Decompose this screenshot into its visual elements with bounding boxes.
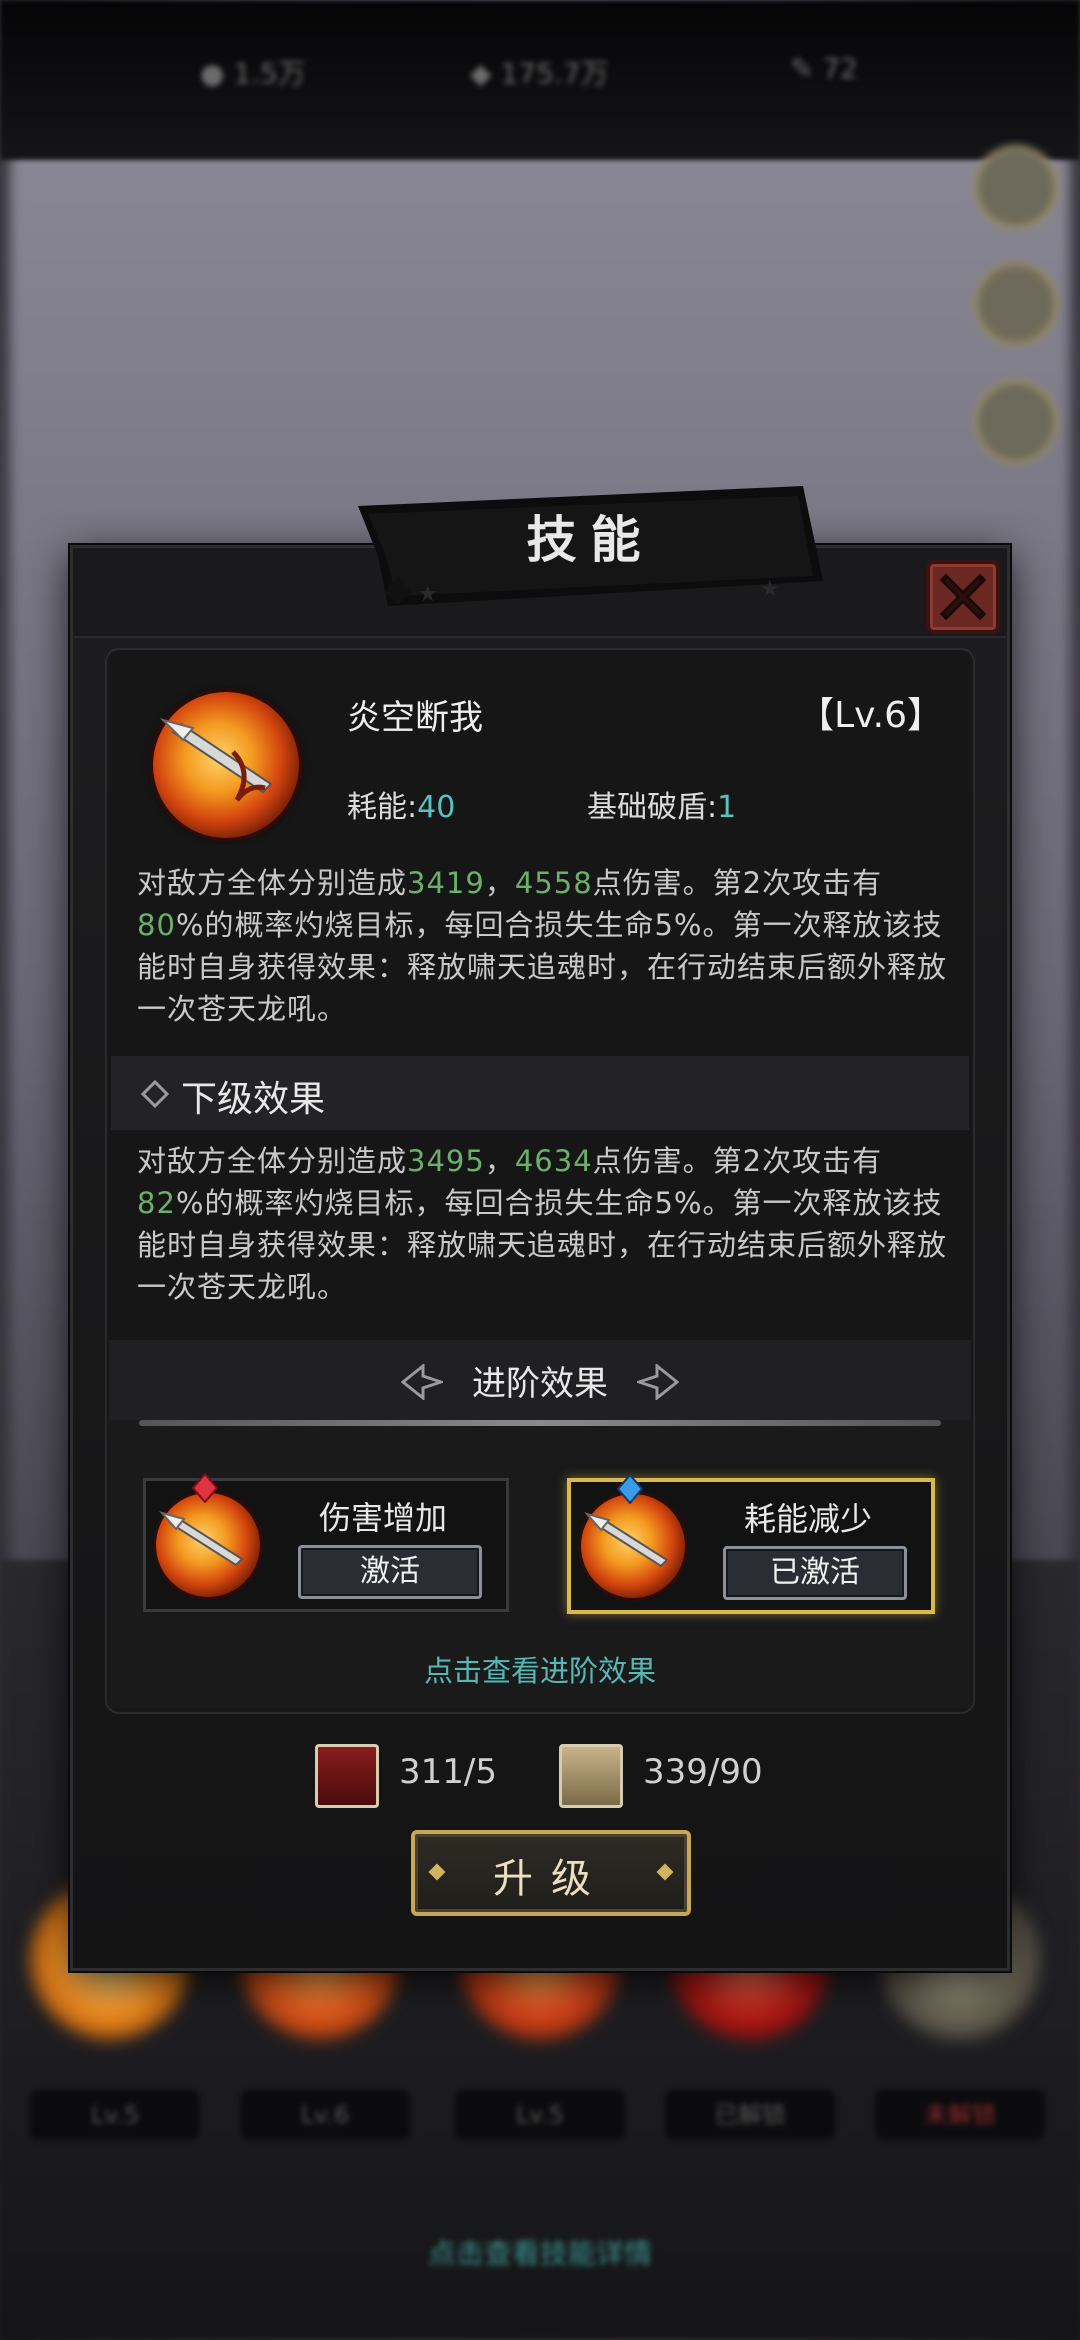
upgrade-label: 升级 xyxy=(493,1856,609,1902)
next-level-description: 对敌方全体分别造成3495，4634点伤害。第2次攻击有 82%的概率灼烧目标，每… xyxy=(137,1140,947,1308)
energy-cost-value: 40 xyxy=(417,790,456,825)
close-x-icon xyxy=(939,573,987,621)
shield-break-label: 基础破盾: xyxy=(587,790,718,825)
background-side-button xyxy=(974,380,1058,464)
svg-text:★: ★ xyxy=(418,582,438,606)
advanced-divider xyxy=(139,1420,941,1426)
skill-name: 炎空断我 xyxy=(347,698,483,738)
chance-value: 80 xyxy=(137,908,176,942)
upgrade-button[interactable]: 升级 xyxy=(411,1830,691,1916)
activate-button[interactable]: 激活 xyxy=(298,1545,482,1599)
scroll-icon xyxy=(559,1744,623,1808)
red-gem-icon xyxy=(192,1473,218,1503)
advanced-item-energy-reduction[interactable]: 耗能减少 已激活 xyxy=(567,1474,935,1614)
dialog-title: 技能 xyxy=(526,511,655,569)
energy-cost-label: 耗能: xyxy=(347,790,418,825)
damage-value: 4558 xyxy=(514,866,593,900)
desc-text: 点伤害。第2次攻击有 xyxy=(592,1144,883,1178)
skill-dialog: ★ ★ 技能 炎空断我 【Lv.6】 耗能:40 基础破盾:1 对敌方全体分别造… xyxy=(70,486,1010,1971)
desc-text: 对敌方全体分别造成 xyxy=(137,866,408,900)
skill-info-card: 炎空断我 【Lv.6】 耗能:40 基础破盾:1 对敌方全体分别造成3419，4… xyxy=(105,648,975,1714)
background-gold-stat: ● 1.5万 xyxy=(200,57,306,90)
flaming-spear-icon xyxy=(581,1494,685,1598)
view-advanced-effects-link[interactable]: 点击查看进阶效果 xyxy=(109,1648,971,1690)
shield-break: 基础破盾:1 xyxy=(587,782,736,826)
red-book-icon xyxy=(315,1744,379,1808)
advanced-effects-panel: 进阶效果 伤害增加 激活 耗能减少 已激活 点击查看进阶效果 xyxy=(109,1340,971,1708)
title-banner: ★ ★ 技能 xyxy=(358,486,823,606)
background-level-pill: Lv.5 xyxy=(30,2090,200,2140)
current-effect-description: 对敌方全体分别造成3419，4558点伤害。第2次攻击有 80%的概率灼烧目标，每… xyxy=(137,862,947,1030)
background-level-pill: 未解锁 xyxy=(875,2090,1045,2140)
next-level-header: 下级效果 xyxy=(111,1056,969,1130)
desc-text: ， xyxy=(484,1144,515,1178)
material-count: 311/5 xyxy=(399,1752,497,1792)
close-button[interactable] xyxy=(926,560,1000,634)
damage-value: 3419 xyxy=(407,866,485,900)
background-level-pill: Lv.6 xyxy=(240,2090,410,2140)
background-side-button xyxy=(974,262,1058,346)
background-level-pill: Lv.5 xyxy=(455,2090,625,2140)
advanced-title: 进阶效果 xyxy=(472,1364,608,1404)
next-level-title: 下级效果 xyxy=(181,1079,326,1120)
material-count: 339/90 xyxy=(643,1752,763,1792)
advanced-item-name: 伤害增加 xyxy=(318,1499,447,1537)
advanced-item-damage-increase[interactable]: 伤害增加 激活 xyxy=(143,1473,509,1612)
damage-value: 3495 xyxy=(407,1144,485,1178)
desc-text: %的概率灼烧目标，每回合损失生命5%。第一次释放该技能时自身获得效果：释放啸天追… xyxy=(137,908,948,1026)
ornament-right-icon xyxy=(637,1364,679,1400)
background-detail-link: 点击查看技能详情 xyxy=(427,2237,652,2270)
background-energy-stat: ✎ 72 xyxy=(790,52,858,85)
flaming-spear-icon xyxy=(153,692,299,838)
shield-break-value: 1 xyxy=(717,790,737,825)
background-level-pill: 已解锁 xyxy=(665,2090,835,2140)
blue-gem-icon xyxy=(617,1474,643,1504)
desc-text: %的概率灼烧目标，每回合损失生命5%。第一次释放该技能时自身获得效果：释放啸天追… xyxy=(137,1186,948,1304)
svg-text:★: ★ xyxy=(760,577,780,602)
flaming-spear-icon xyxy=(156,1493,260,1597)
damage-value: 4634 xyxy=(514,1144,593,1178)
background-gem-stat: ◆ 175.7万 xyxy=(470,57,609,90)
energy-cost: 耗能:40 xyxy=(347,782,455,826)
skill-level: 【Lv.6】 xyxy=(798,695,943,736)
desc-text: ， xyxy=(484,866,515,900)
desc-text: 对敌方全体分别造成 xyxy=(137,1144,408,1178)
activated-button[interactable]: 已激活 xyxy=(723,1546,907,1600)
advanced-item-name: 耗能减少 xyxy=(743,1500,872,1538)
background-side-button xyxy=(974,145,1058,229)
diamond-bullet-icon xyxy=(140,1079,170,1109)
desc-text: 点伤害。第2次攻击有 xyxy=(592,866,883,900)
chance-value: 82 xyxy=(137,1186,176,1220)
